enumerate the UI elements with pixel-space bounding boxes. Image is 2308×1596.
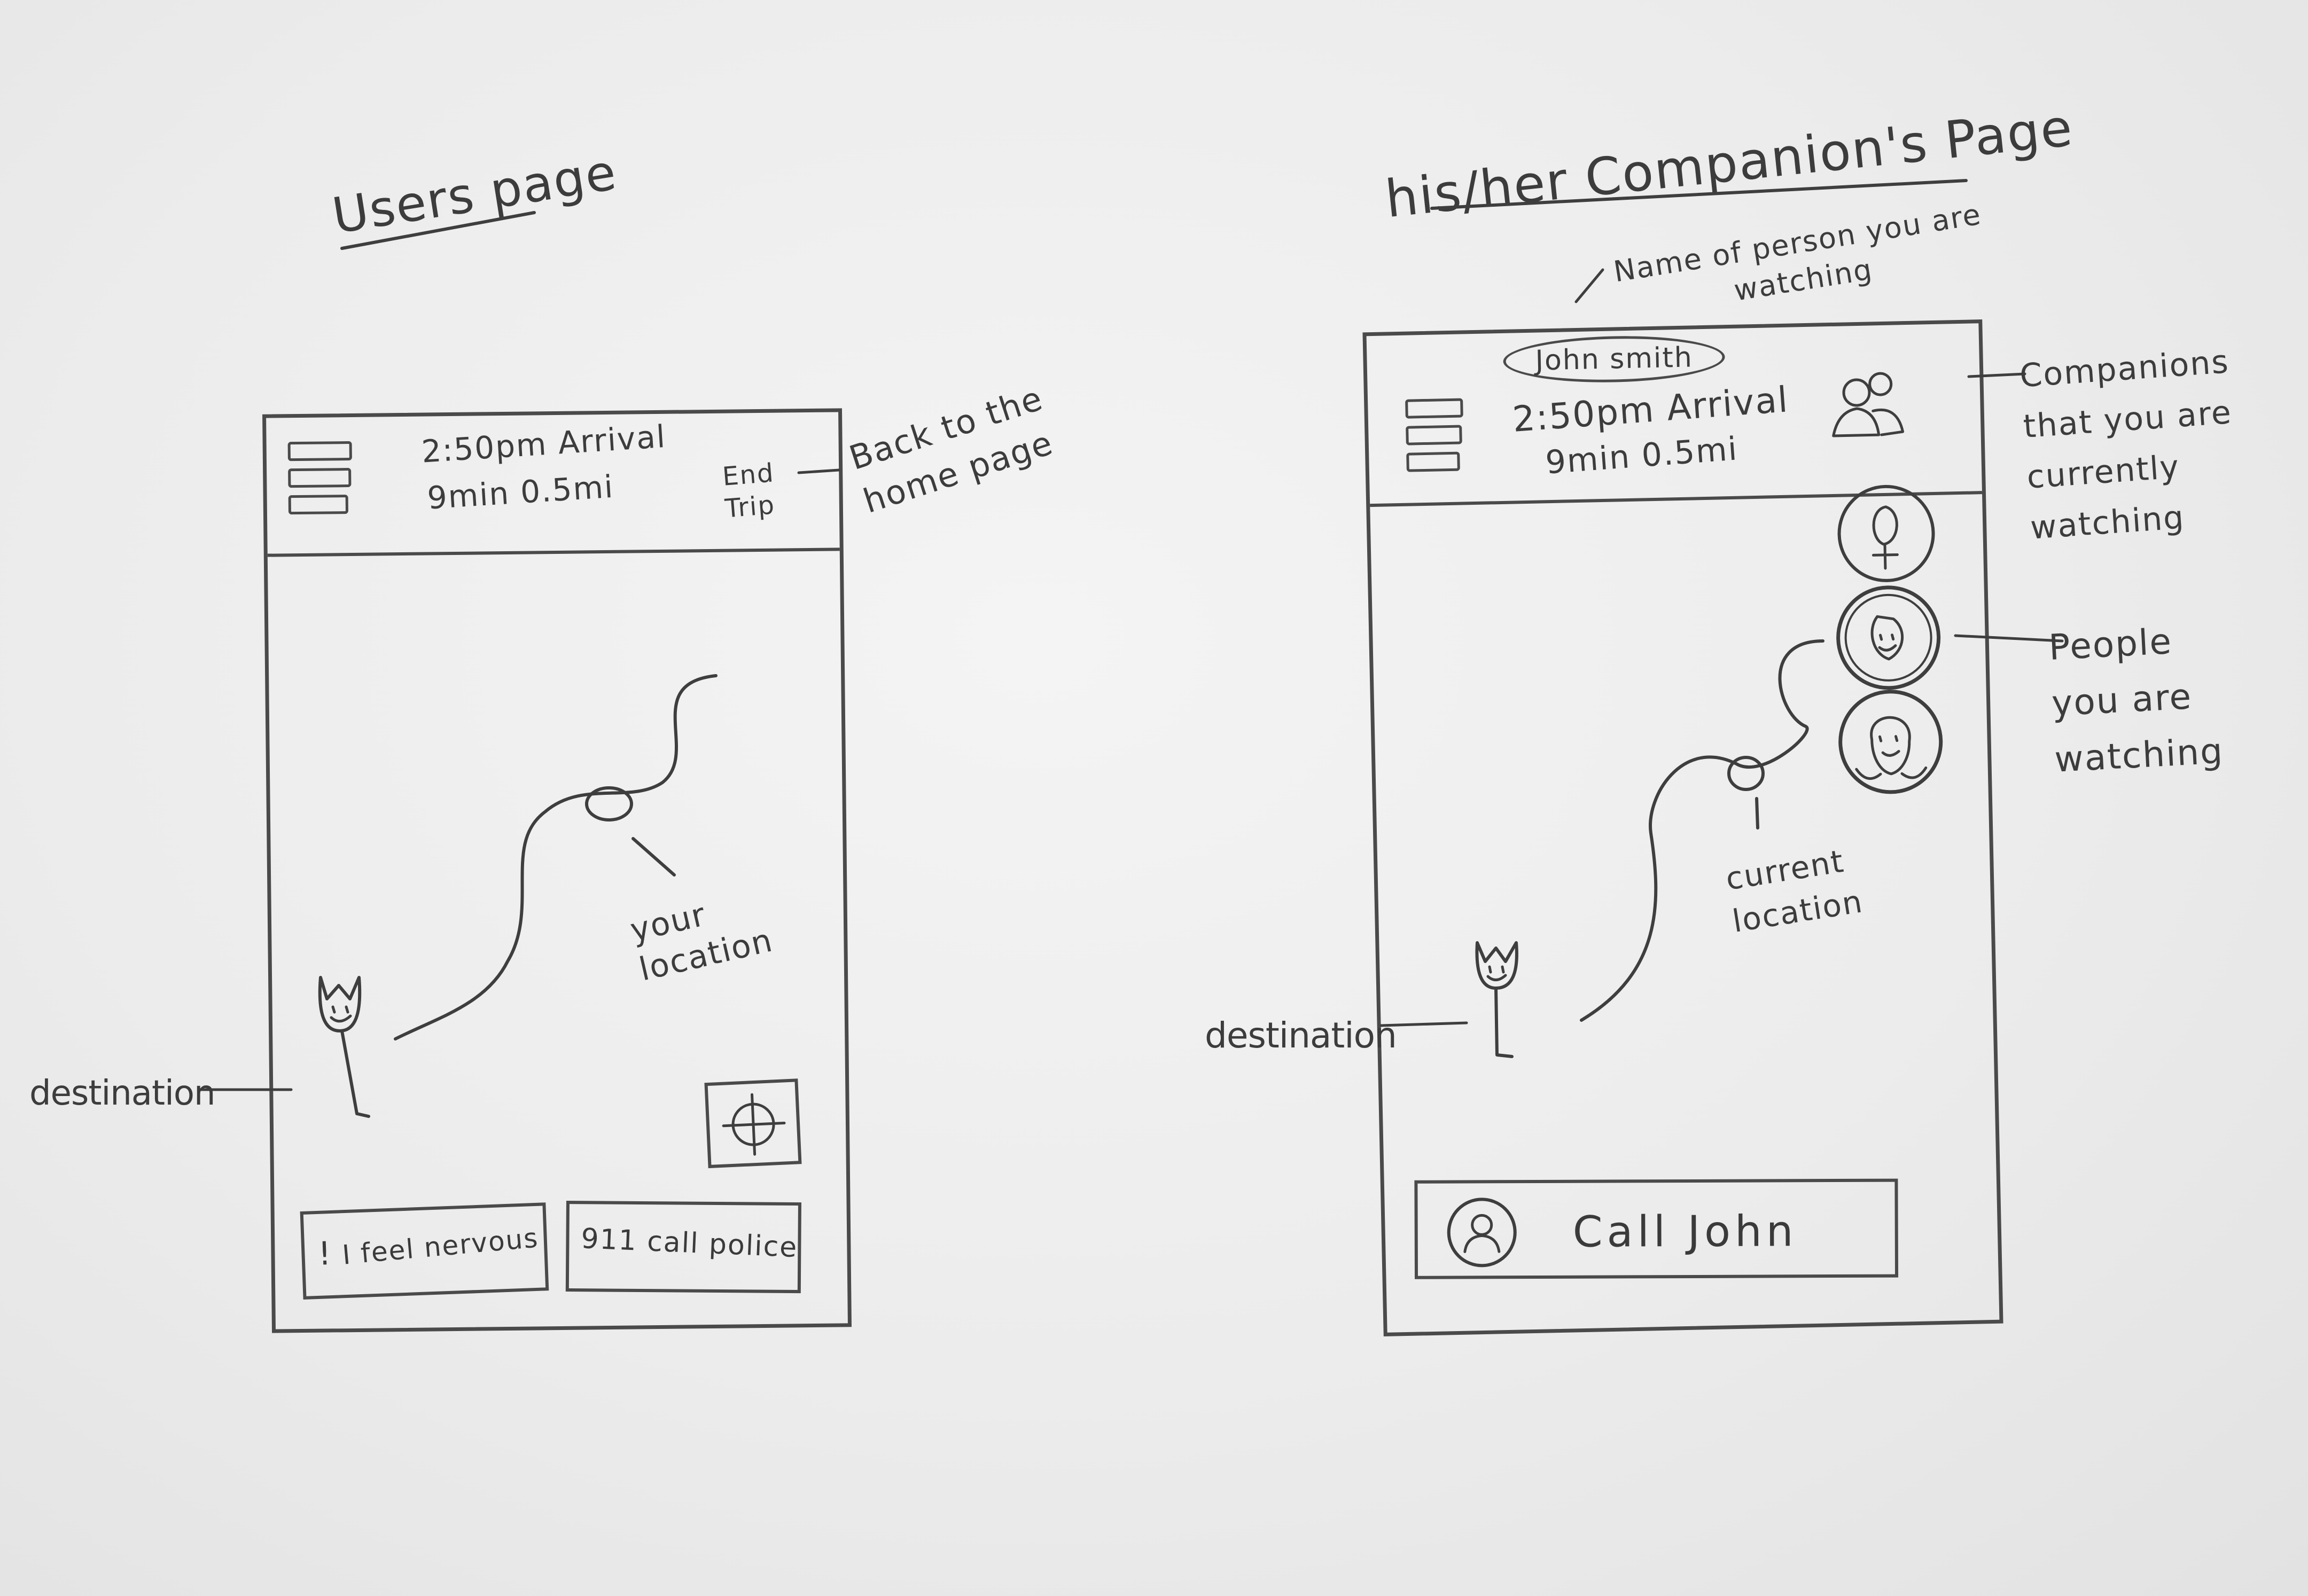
people-annotation: People you are watching bbox=[2047, 621, 2225, 780]
right-map-drawing bbox=[1379, 268, 2064, 1058]
right-destination-flag-icon bbox=[1475, 941, 1518, 1058]
companions-annotation: Companions that you are currently watchi… bbox=[2018, 343, 2234, 547]
right-location-pin-icon bbox=[1727, 756, 1765, 791]
right-destination-annotation: destination bbox=[1205, 1015, 1397, 1056]
right-route-line bbox=[1580, 639, 1824, 1022]
